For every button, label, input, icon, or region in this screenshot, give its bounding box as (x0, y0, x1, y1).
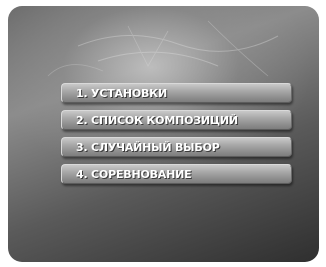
menu-item-settings[interactable]: 1. УСТАНОВКИ (61, 83, 292, 103)
menu-item-competition[interactable]: 4. СОРЕВНОВАНИЕ (61, 164, 292, 184)
menu-item-label: 4. СОРЕВНОВАНИЕ (76, 168, 192, 181)
menu-item-track-list[interactable]: 2. СПИСОК КОМПОЗИЦИЙ (61, 110, 292, 130)
menu-item-label: 3. СЛУЧАЙНЫЙ ВЫБОР (76, 141, 220, 154)
menu-screen: 1. УСТАНОВКИ 2. СПИСОК КОМПОЗИЦИЙ 3. СЛУ… (8, 6, 319, 262)
main-menu: 1. УСТАНОВКИ 2. СПИСОК КОМПОЗИЦИЙ 3. СЛУ… (61, 83, 292, 191)
menu-item-random-selection[interactable]: 3. СЛУЧАЙНЫЙ ВЫБОР (61, 137, 292, 157)
menu-item-label: 1. УСТАНОВКИ (76, 87, 167, 100)
menu-item-label: 2. СПИСОК КОМПОЗИЦИЙ (76, 114, 238, 127)
